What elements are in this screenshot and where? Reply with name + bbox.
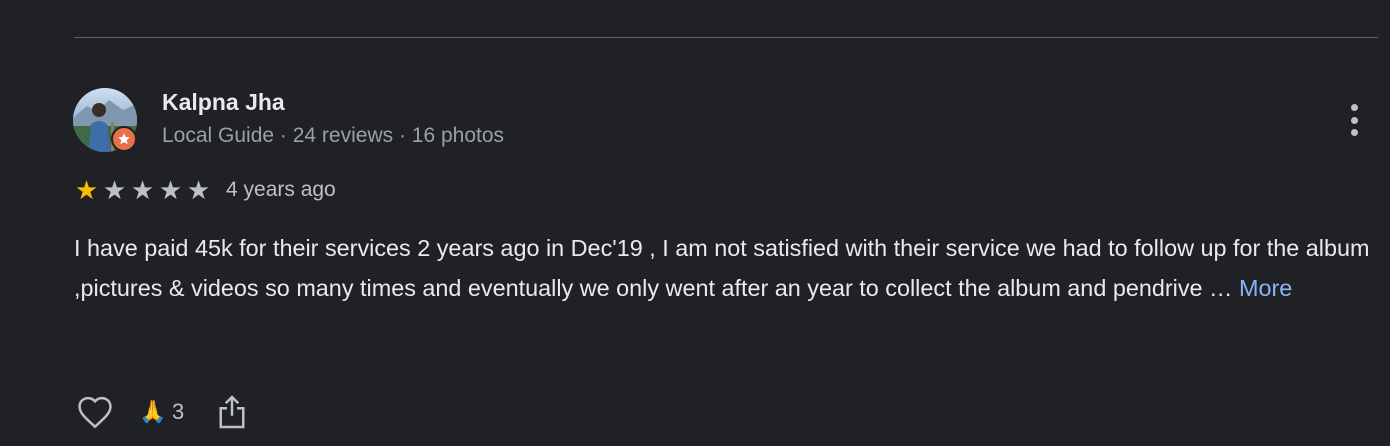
dot — [1350, 116, 1358, 124]
dot — [1350, 104, 1358, 111]
dot — [1350, 129, 1358, 136]
review-actions: 🙏 3 — [74, 392, 250, 432]
share-button[interactable] — [214, 392, 250, 432]
helpful-button[interactable]: 🙏 3 — [138, 399, 184, 425]
review-text-block: I have paid 45k for their services 2 yea… — [74, 228, 1374, 308]
reviewer-meta[interactable]: Local Guide · 24 reviews · 16 photos — [162, 124, 504, 148]
share-icon — [219, 395, 245, 429]
more-options-button[interactable] — [1340, 100, 1368, 140]
review-text: I have paid 45k for their services 2 yea… — [74, 235, 1370, 301]
star-empty-icon: ★ — [158, 175, 183, 205]
star-filled-icon: ★ — [74, 175, 99, 205]
star-empty-icon: ★ — [102, 175, 127, 205]
star-empty-icon: ★ — [130, 175, 155, 205]
local-guide-badge-icon — [111, 126, 137, 152]
heart-outline-icon — [78, 396, 112, 429]
like-button[interactable] — [74, 392, 116, 432]
review-time: 4 years ago — [226, 178, 336, 201]
folded-hands-icon: 🙏 — [139, 399, 167, 424]
helpful-count: 3 — [172, 399, 185, 424]
star-rating: ★ ★ ★ ★ ★ — [73, 176, 212, 204]
more-link[interactable]: More — [1239, 275, 1292, 301]
star-empty-icon: ★ — [186, 175, 211, 205]
reviewer-name[interactable]: Kalpna Jha — [162, 89, 285, 116]
section-divider — [74, 37, 1378, 38]
